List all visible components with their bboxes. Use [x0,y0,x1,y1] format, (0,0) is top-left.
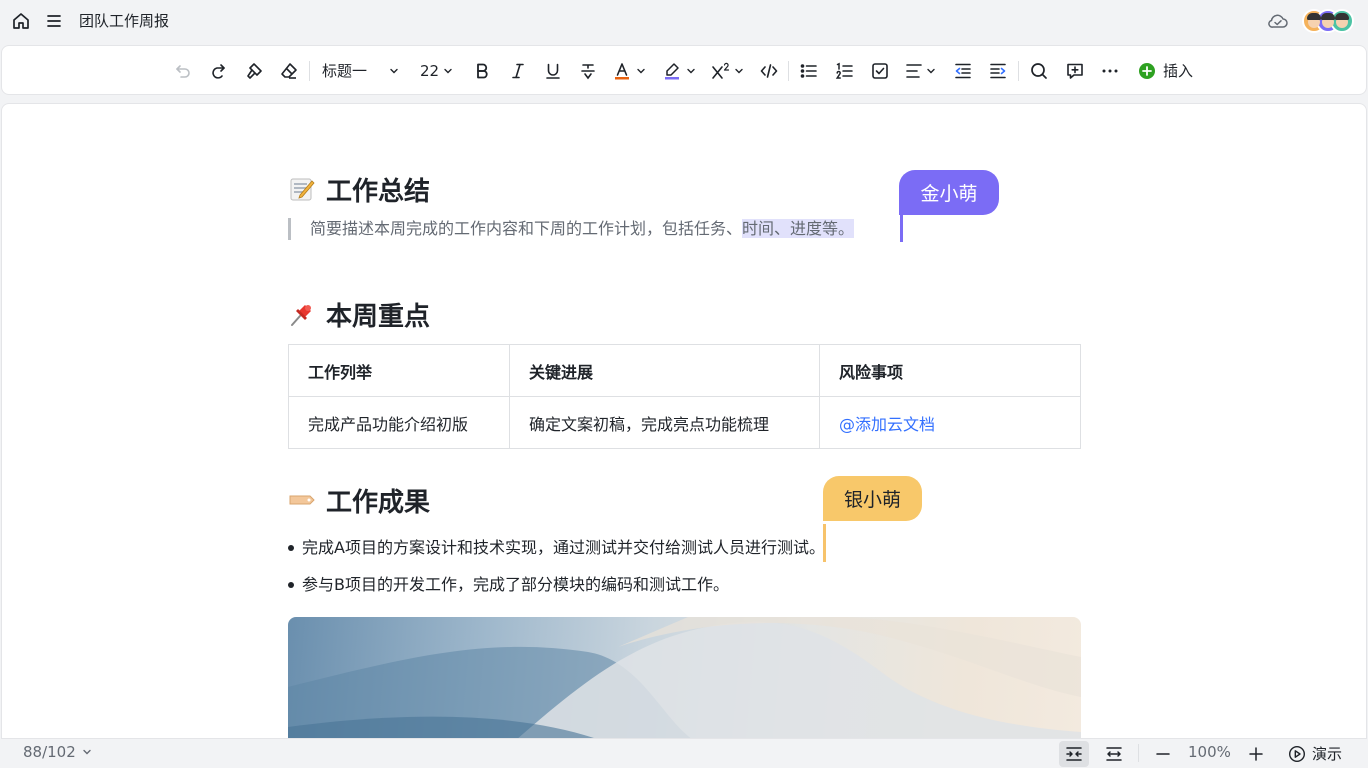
font-size-select[interactable]: 22 [420,60,458,82]
fit-width-button[interactable] [1059,741,1089,767]
memo-icon [290,178,315,201]
home-icon[interactable] [11,11,31,31]
chevron-down-icon [927,68,935,74]
align-select[interactable] [904,60,940,82]
heading-style-select[interactable]: 标题一 [322,60,404,82]
formatting-toolbar: 标题一 22 插入 [1,45,1367,95]
toolbar-separator [1018,61,1019,81]
indent-icon[interactable] [987,60,1009,82]
toolbar-separator [788,61,789,81]
superscript-select[interactable] [710,60,746,82]
collaborator-cursor [900,212,903,242]
collaborator-avatars[interactable] [1302,9,1354,33]
checkbox-icon[interactable] [869,60,891,82]
table-header-cell[interactable]: 工作列举 [288,344,510,397]
chevron-down-icon [687,68,695,74]
section-title: 本周重点 [326,301,431,332]
document-canvas[interactable]: 工作总结 简要描述本周完成的工作内容和下周的工作计划，包括任务、时间、进度等。 … [1,103,1367,739]
status-bar: 88/102 100% 演示 [0,739,1368,768]
zoom-out-button[interactable] [1148,741,1178,767]
list-item-text: 完成A项目的方案设计和技术实现，通过测试并交付给测试人员进行测试。 [302,538,825,557]
desert-image[interactable] [288,617,1081,738]
eraser-icon[interactable] [278,60,300,82]
font-size-label: 22 [420,62,440,80]
highlight-icon [665,63,679,80]
insert-button[interactable]: 插入 [1138,60,1198,82]
page-count-select[interactable]: 88/102 [23,743,92,761]
code-icon[interactable] [758,60,780,82]
list-item-text: 参与B项目的开发工作，完成了部分模块的编码和测试工作。 [302,575,729,594]
section-heading-results[interactable]: 工作成果 [288,483,431,518]
quote-text: 简要描述本周完成的工作内容和下周的工作计划，包括任务、 [310,219,743,238]
highlight-select[interactable] [662,60,698,82]
full-width-icon [1106,747,1122,761]
insert-label: 插入 [1163,62,1194,80]
minus-icon [1156,753,1170,755]
section-heading-highlights[interactable]: 本周重点 [288,297,431,332]
list-item[interactable]: 参与B项目的开发工作，完成了部分模块的编码和测试工作。 [288,574,729,596]
bullet-dot [288,582,294,588]
pushpin-icon [291,305,311,326]
underline-icon[interactable] [542,60,564,82]
quote-highlighted-text: 时间、进度等。 [742,219,855,238]
table-header-row: 工作列举 关键进展 风险事项 [288,344,1081,397]
italic-icon[interactable] [507,60,529,82]
plus-icon [1249,747,1263,761]
table-header-cell[interactable]: 关键进展 [509,344,820,397]
format-painter-icon[interactable] [243,60,265,82]
font-color-icon [615,63,629,80]
dune-illustration [288,617,1081,738]
plus-circle-icon [1139,63,1155,79]
add-cloud-doc-link[interactable]: @添加云文档 [819,396,1081,449]
tag-icon [289,495,315,505]
table-cell[interactable]: 完成产品功能介绍初版 [288,396,510,449]
status-separator [1138,744,1139,762]
chevron-down-icon [735,68,743,74]
collaborator-tag: 金小萌 [899,170,999,215]
outdent-icon[interactable] [952,60,974,82]
fit-width-icon [1066,747,1082,761]
numbered-list-icon[interactable] [834,60,856,82]
present-button[interactable]: 演示 [1288,743,1342,764]
collaborator-tag: 银小萌 [823,476,922,521]
chevron-down-icon [83,749,91,755]
full-width-button[interactable] [1099,741,1129,767]
chevron-down-icon [390,68,398,74]
top-bar: 团队工作周报 [0,0,1368,42]
cloud-check-icon[interactable] [1267,10,1289,32]
strikethrough-icon[interactable] [577,60,599,82]
summary-quote[interactable]: 简要描述本周完成的工作内容和下周的工作计划，包括任务、时间、进度等。 [288,218,855,240]
align-icon [906,64,922,78]
highlights-table[interactable]: 工作列举 关键进展 风险事项 完成产品功能介绍初版 确定文案初稿，完成亮点功能梳… [288,344,1081,449]
present-label: 演示 [1312,745,1343,763]
bullet-list-icon[interactable] [798,60,820,82]
zoom-level[interactable]: 100% [1188,743,1231,761]
chevron-down-icon [637,68,645,74]
section-title: 工作成果 [326,487,431,518]
bullet-dot [288,545,294,551]
list-item[interactable]: 完成A项目的方案设计和技术实现，通过测试并交付给测试人员进行测试。 [288,537,825,559]
table-cell[interactable]: 确定文案初稿，完成亮点功能梳理 [509,396,820,449]
bold-icon[interactable] [471,60,493,82]
toolbar-separator [309,61,310,81]
redo-icon[interactable] [207,60,229,82]
chevron-down-icon [444,68,452,74]
search-icon[interactable] [1028,60,1050,82]
menu-icon[interactable] [44,11,64,31]
document-title[interactable]: 团队工作周报 [79,10,169,32]
section-title: 工作总结 [326,176,431,207]
table-row: 完成产品功能介绍初版 确定文案初稿，完成亮点功能梳理 @添加云文档 [288,396,1081,449]
zoom-in-button[interactable] [1241,741,1271,767]
font-color-select[interactable] [612,60,648,82]
undo-icon[interactable] [172,60,194,82]
section-heading-summary[interactable]: 工作总结 [288,172,431,207]
heading-style-label: 标题一 [322,62,368,80]
play-circle-icon [1288,745,1306,762]
comment-icon[interactable] [1064,60,1086,82]
table-header-cell[interactable]: 风险事项 [819,344,1081,397]
superscript-icon [712,62,730,79]
more-icon[interactable] [1099,60,1121,82]
page-count: 88/102 [23,743,76,761]
